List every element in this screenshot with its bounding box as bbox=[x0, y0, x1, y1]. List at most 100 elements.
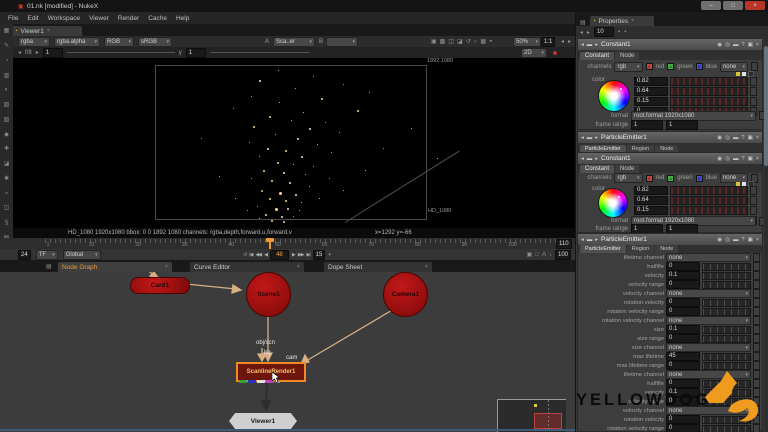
toolbox-time-icon[interactable]: ◔ bbox=[5, 58, 9, 64]
float-panel-icon[interactable]: ▣ bbox=[748, 42, 753, 48]
anim-button[interactable] bbox=[750, 186, 757, 195]
emitter-channel-select[interactable]: none ▾ bbox=[666, 253, 751, 262]
view-mode-select[interactable]: 2D ▾ bbox=[521, 47, 547, 58]
input-b-select[interactable]: ▾ bbox=[326, 36, 358, 47]
red-checkbox[interactable]: × bbox=[645, 63, 653, 70]
emitter-channel-select[interactable]: none ▾ bbox=[666, 343, 751, 352]
next-node-icon[interactable]: ▸ bbox=[595, 135, 598, 141]
toolbox-views-icon[interactable]: ◫ bbox=[4, 205, 10, 211]
properties-scrollbar[interactable] bbox=[764, 38, 768, 432]
frame-range-icon[interactable]: □ bbox=[535, 252, 539, 258]
pause-icon[interactable]: ○ bbox=[474, 39, 478, 45]
constant1-header-2[interactable]: ◂ ▬ ▸ Constant1 ◉ ◎ ▬ ? ▣ × bbox=[578, 153, 762, 164]
anim-button[interactable] bbox=[750, 97, 757, 106]
gain-field[interactable]: 1 bbox=[42, 47, 63, 58]
current-frame-field[interactable]: 48 bbox=[269, 249, 289, 260]
forward-one-keyframe-icon[interactable]: ▶▶ bbox=[298, 252, 305, 258]
tab-curve-editor[interactable]: Curve Editor × bbox=[190, 262, 304, 272]
gamma-field[interactable]: 1 bbox=[185, 47, 206, 58]
next-node-icon[interactable]: ▸ bbox=[595, 42, 598, 48]
emitter-value-field[interactable]: 0 bbox=[666, 280, 700, 289]
blue-value-field[interactable]: 0.15 bbox=[634, 206, 668, 215]
blue-slider[interactable] bbox=[670, 206, 748, 215]
float-panel-icon[interactable]: ▣ bbox=[748, 156, 753, 162]
menu-cache[interactable]: Cache bbox=[148, 15, 167, 22]
input-a-select[interactable]: Sca..er ▾ bbox=[273, 36, 315, 47]
timeline-ruler[interactable]: 110 1 10 20 30 40 50 60 70 80 90 100 bbox=[0, 238, 575, 249]
node-viewer1[interactable]: Viewer1 bbox=[229, 413, 297, 429]
wipe-icon[interactable]: ▣ bbox=[431, 38, 437, 45]
emitter-anim-button[interactable] bbox=[753, 298, 760, 307]
eye-icon[interactable]: ◉ bbox=[717, 156, 722, 162]
refresh-icon[interactable]: ↺ bbox=[466, 38, 471, 45]
emitter-slider[interactable] bbox=[702, 334, 751, 343]
close-tab-icon[interactable]: × bbox=[425, 264, 428, 270]
prev-node-icon[interactable]: ◂ bbox=[581, 156, 584, 162]
close-panel-icon[interactable]: × bbox=[756, 156, 759, 162]
layer-select[interactable]: rgba ▾ bbox=[18, 36, 50, 47]
center-node-icon[interactable]: ◎ bbox=[725, 156, 730, 162]
goto-start-icon[interactable]: |◀ bbox=[249, 252, 253, 258]
overlay-icon[interactable]: ◪ bbox=[457, 38, 463, 45]
anim-button[interactable] bbox=[750, 196, 757, 205]
emitter-value-field[interactable]: 0 bbox=[666, 334, 700, 343]
emitter-value-field[interactable]: 0 bbox=[666, 424, 700, 432]
blue-slider[interactable] bbox=[670, 97, 748, 106]
roi-icon[interactable]: ▦ bbox=[480, 38, 486, 45]
lock-bin-icon[interactable]: ▪ bbox=[618, 29, 620, 35]
checker-icon[interactable]: ▩ bbox=[440, 38, 446, 45]
help-icon[interactable]: ? bbox=[742, 237, 745, 243]
red-value-field[interactable]: 0.82 bbox=[634, 77, 668, 86]
eye-icon[interactable]: ◉ bbox=[717, 135, 722, 141]
help-icon[interactable]: ? bbox=[742, 156, 745, 162]
emitter-anim-button[interactable] bbox=[753, 271, 760, 280]
close-tab-icon[interactable]: × bbox=[631, 18, 634, 24]
bin-count-field[interactable]: 10 bbox=[594, 27, 615, 37]
render-icon[interactable]: ↓ bbox=[549, 252, 552, 258]
close-button[interactable]: × bbox=[745, 1, 765, 10]
tab-properties[interactable]: ▪ Properties × bbox=[589, 16, 654, 26]
emitter-anim-button[interactable] bbox=[753, 262, 760, 271]
minimize-button[interactable]: – bbox=[701, 1, 721, 10]
next-view-icon[interactable]: ▸ bbox=[568, 38, 571, 45]
emitter-slider[interactable] bbox=[702, 298, 751, 307]
gain-toggle2-icon[interactable]: ▸ bbox=[36, 49, 39, 56]
fps-lock-icon[interactable]: A bbox=[542, 252, 546, 258]
tab-particleemitter[interactable]: ParticleEmitter bbox=[580, 245, 626, 253]
tab-constant[interactable]: Constant bbox=[580, 165, 615, 173]
gain-slider[interactable] bbox=[66, 52, 175, 53]
emitter-anim-button[interactable] bbox=[753, 316, 760, 325]
constant1-header[interactable]: ◂ ▬ ▸ Constant1 ◉ ◎ ▬ ? ▣ × bbox=[578, 39, 762, 50]
green-slider[interactable] bbox=[670, 196, 748, 205]
chevron-down-icon[interactable]: ▾ bbox=[328, 252, 331, 258]
emitter-value-field[interactable]: 0 bbox=[666, 307, 700, 316]
tab-node[interactable]: Node bbox=[615, 52, 640, 60]
emitter-anim-button[interactable] bbox=[753, 253, 760, 262]
toolbox-channel-icon[interactable]: ▥ bbox=[4, 73, 10, 79]
mask-channel-select[interactable]: none ▾ bbox=[719, 61, 749, 72]
emitter-anim-button[interactable] bbox=[753, 424, 760, 432]
emitter-anim-button[interactable] bbox=[753, 280, 760, 289]
frame-increment-field[interactable]: 15 bbox=[312, 249, 326, 260]
toolbox-deep-icon[interactable]: ≈ bbox=[5, 191, 8, 197]
float-panel-icon[interactable]: ▣ bbox=[748, 135, 753, 141]
tab-region[interactable]: Region bbox=[626, 245, 655, 253]
green-value-field[interactable]: 0.64 bbox=[634, 196, 668, 205]
color-swatch-yellow[interactable] bbox=[736, 71, 740, 76]
emitter-slider[interactable] bbox=[702, 325, 751, 334]
panel-menu-icon[interactable]: ▤ bbox=[580, 19, 586, 26]
gamma-slider[interactable] bbox=[209, 52, 310, 53]
red-value-field[interactable]: 0.82 bbox=[634, 186, 668, 195]
menu-edit[interactable]: Edit bbox=[27, 15, 38, 22]
bin-prev-arrow[interactable]: ◂ bbox=[580, 29, 583, 36]
emitter-anim-button[interactable] bbox=[753, 289, 760, 298]
node-camera1[interactable]: Camera1 bbox=[383, 272, 428, 317]
color-wheel[interactable] bbox=[598, 188, 628, 218]
toolbox-keyer-icon[interactable]: ▨ bbox=[4, 117, 10, 123]
eye-icon[interactable]: ◉ bbox=[717, 237, 722, 243]
clear-bin-icon[interactable]: ▪ bbox=[624, 29, 626, 35]
menu-viewer[interactable]: Viewer bbox=[89, 15, 109, 22]
tab-node[interactable]: Node bbox=[655, 245, 679, 253]
header-menu-icon[interactable]: ▬ bbox=[587, 135, 593, 141]
display-channel-select[interactable]: RGB ▾ bbox=[104, 36, 134, 47]
